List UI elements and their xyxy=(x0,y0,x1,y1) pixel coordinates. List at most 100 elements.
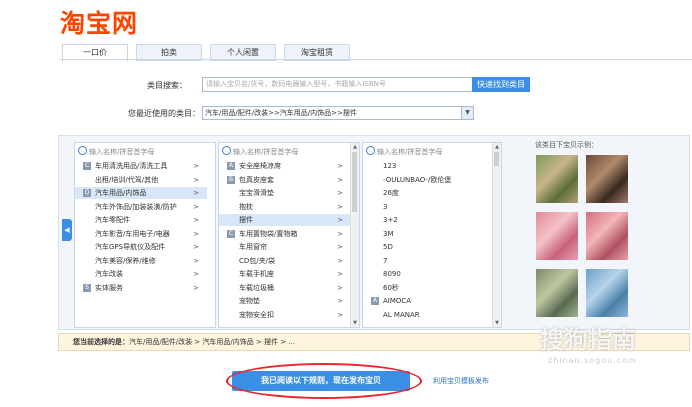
search-icon xyxy=(222,146,231,155)
category-item[interactable]: 汽车改装 > xyxy=(75,268,207,280)
scroll-left-arrow-icon[interactable]: ◀ xyxy=(62,219,72,241)
category-column-3: 输入名称/拼音首字母 123 -OULUNBAO-/欧伦堡 26度 3 3+2 3M 5D 7… xyxy=(362,142,502,328)
category-item-label: 汽车零配件 xyxy=(95,216,130,224)
scroll-up-icon[interactable]: ▲ xyxy=(351,143,359,151)
chevron-right-icon: > xyxy=(337,243,343,251)
category-item[interactable]: 123 xyxy=(363,160,491,172)
current-selection-label: 您当前选择的是： xyxy=(73,338,129,346)
category-item[interactable]: 7 xyxy=(363,255,491,267)
chevron-right-icon: > xyxy=(337,162,343,170)
category-item[interactable]: 车用窗帘 > xyxy=(219,241,351,253)
category-item[interactable]: 3+2 xyxy=(363,214,491,226)
category-item-label: 出租/培训/代驾/其他 xyxy=(95,175,159,184)
category-item[interactable]: 26度 xyxy=(363,187,491,199)
chevron-right-icon: > xyxy=(193,189,199,197)
category-item[interactable]: 3M xyxy=(363,228,491,240)
category-item-label: 3M xyxy=(383,229,394,238)
category-item[interactable]: 汽车零配件 > xyxy=(75,214,207,226)
category-item[interactable]: A 安全座椅凉席 > xyxy=(219,160,351,172)
chevron-right-icon: > xyxy=(337,297,343,305)
chevron-right-icon: > xyxy=(337,202,343,211)
category-item[interactable]: Q 汽车用品/内饰品 > xyxy=(75,187,207,199)
category-item-label: 7 xyxy=(383,256,388,265)
example-image xyxy=(536,212,578,260)
chevron-right-icon: > xyxy=(193,283,199,292)
chevron-right-icon: > xyxy=(337,175,343,184)
column-2-search[interactable]: 输入名称/拼音首字母 xyxy=(222,146,298,157)
search-icon xyxy=(78,146,87,155)
column-2-scrollbar[interactable]: ▲ ▼ xyxy=(350,143,359,327)
category-item[interactable]: -OULUNBAO-/欧伦堡 xyxy=(363,174,491,186)
category-item-label: 车载手机座 xyxy=(239,270,274,278)
watermark-url: zhinan.sogou.com xyxy=(548,356,637,365)
example-image xyxy=(586,155,628,203)
taobao-logo: 淘宝网 xyxy=(60,9,139,38)
category-item[interactable]: B 包真皮座套 > xyxy=(219,174,351,186)
chevron-down-icon[interactable]: ▼ xyxy=(461,107,473,119)
recent-category-value: 汽车/用品/配件/改装>>汽车用品/内饰品>>摆件 xyxy=(205,109,357,117)
category-item[interactable]: 8090 xyxy=(363,268,491,280)
category-column-1: 输入名称/拼音首字母 C 车用清洗用品/清洗工具 > 出租/培训/代驾/其他 > Q 汽车用… xyxy=(74,142,216,328)
category-item[interactable]: 汽车外饰品/加装装潢/防护 > xyxy=(75,201,207,213)
column-search-placeholder: 输入名称/拼音首字母 xyxy=(377,148,443,156)
find-category-button[interactable]: 快速找到类目 xyxy=(472,77,530,92)
category-search-input[interactable]: 请输入宝贝名/货号，数码电器输入型号，书籍输入ISBN号 xyxy=(202,77,475,92)
category-item-label: -OULUNBAO-/欧伦堡 xyxy=(383,175,452,184)
category-item[interactable]: C 车用置物袋/置物箱 > xyxy=(219,228,351,240)
chevron-right-icon: > xyxy=(193,202,199,211)
category-item-label: 实体服务 xyxy=(95,283,123,292)
category-item[interactable]: A AIMOCA xyxy=(363,295,491,307)
category-item[interactable]: 抱枕 > xyxy=(219,201,351,213)
category-item[interactable]: 汽车美容/保养/维修 > xyxy=(75,255,207,267)
column-search-placeholder: 输入名称/拼音首字母 xyxy=(89,148,155,156)
category-item[interactable]: 汽车GPS导航仪及配件 > xyxy=(75,241,207,253)
category-item[interactable]: 宝宝滑滑垫 > xyxy=(219,187,351,199)
column-1-search[interactable]: 输入名称/拼音首字母 xyxy=(78,146,154,157)
category-item-label: 汽车外饰品/加装装潢/防护 xyxy=(95,202,177,211)
scroll-up-icon[interactable]: ▲ xyxy=(493,143,501,151)
category-item[interactable]: 车载手机座 > xyxy=(219,268,351,280)
category-item[interactable]: 摆件 > xyxy=(219,214,351,226)
category-item[interactable]: 出租/培训/代驾/其他 > xyxy=(75,174,207,186)
category-item-label: 宠物安全扣 xyxy=(239,310,274,319)
chevron-right-icon: > xyxy=(337,310,343,319)
category-item-label: 5D xyxy=(383,243,393,251)
category-item-label: CD包/夹/袋 xyxy=(239,256,275,265)
scroll-down-icon[interactable]: ▼ xyxy=(493,319,501,327)
category-search-label: 类目搜索： xyxy=(147,81,187,90)
chevron-right-icon: > xyxy=(193,270,199,278)
category-item[interactable]: 60秒 xyxy=(363,282,491,294)
template-publish-link[interactable]: 利用宝贝模板发布 xyxy=(433,376,489,386)
scroll-down-icon[interactable]: ▼ xyxy=(351,319,359,327)
category-item[interactable]: 宠物垫 > xyxy=(219,295,351,307)
category-item[interactable]: CD包/夹/袋 > xyxy=(219,255,351,267)
column-3-search[interactable]: 输入名称/拼音首字母 xyxy=(366,146,442,157)
chevron-right-icon: > xyxy=(193,243,199,251)
category-item-label: 包真皮座套 xyxy=(239,175,274,184)
category-item-label: 汽车美容/保养/维修 xyxy=(95,256,156,265)
category-item[interactable]: AL MANAR xyxy=(363,309,491,321)
category-item-label: 摆件 xyxy=(239,216,253,224)
category-item[interactable]: 宠物安全扣 > xyxy=(219,309,351,321)
scroll-thumb[interactable] xyxy=(494,152,499,166)
search-icon xyxy=(366,146,375,155)
scroll-thumb[interactable] xyxy=(352,152,357,212)
category-item[interactable]: 汽车影音/车用电子/电器 > xyxy=(75,228,207,240)
example-image xyxy=(586,212,628,260)
recent-category-select[interactable]: 汽车/用品/配件/改装>>汽车用品/内饰品>>摆件 ▼ xyxy=(202,106,474,120)
category-item-label: 3 xyxy=(383,202,388,211)
example-image xyxy=(586,269,628,317)
category-item[interactable]: S 实体服务 > xyxy=(75,282,207,294)
category-item-label: 60秒 xyxy=(383,283,399,292)
category-item-label: AL MANAR xyxy=(383,310,420,319)
category-item[interactable]: 车载垃圾桶 > xyxy=(219,282,351,294)
category-item-label: 26度 xyxy=(383,189,399,197)
column-3-scrollbar[interactable]: ▲ ▼ xyxy=(492,143,501,327)
watermark: 搜狗指南 xyxy=(540,326,636,354)
column-search-placeholder: 输入名称/拼音首字母 xyxy=(233,148,299,156)
category-item[interactable]: 5D xyxy=(363,241,491,253)
tab-divider xyxy=(60,59,692,60)
category-item[interactable]: 3 xyxy=(363,201,491,213)
category-item[interactable]: C 车用清洗用品/清洗工具 > xyxy=(75,160,207,172)
chevron-right-icon: > xyxy=(337,216,343,224)
